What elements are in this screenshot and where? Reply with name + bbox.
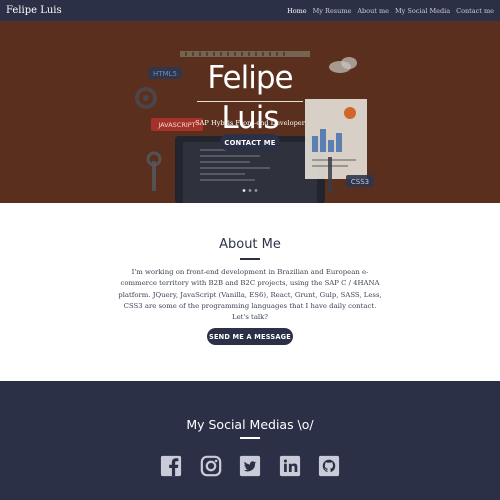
facebook-icon[interactable] (160, 455, 182, 477)
about-title: About Me (219, 237, 281, 252)
nav-item-home[interactable]: Home (287, 7, 307, 15)
linkedin-icon[interactable] (279, 455, 301, 477)
instagram-icon[interactable] (200, 455, 222, 477)
logo-underline (197, 101, 303, 102)
nav-item-my-resume[interactable]: My Resume (313, 7, 352, 15)
social-icons-row (160, 455, 340, 477)
about-section: About Me I'm working on front-end develo… (0, 203, 500, 381)
social-title: My Social Medias \o/ (186, 417, 314, 432)
hero-section: HTML5 JAVASCRIPT CSS3 Felipe Luis SAP Hy… (0, 21, 500, 203)
about-divider (240, 258, 260, 260)
social-section: My Social Medias \o/ (0, 381, 500, 500)
contact-me-button[interactable]: CONTACT ME (220, 134, 280, 151)
social-divider (240, 437, 260, 439)
top-navbar: Felipe Luis Home My Resume About me My S… (0, 0, 500, 21)
nav-menu: Home My Resume About me My Social Media … (287, 7, 494, 15)
twitter-icon[interactable] (239, 455, 261, 477)
hero-subtitle: SAP Hybris Front-end Developer (195, 119, 305, 127)
nav-item-contact-me[interactable]: Contact me (456, 7, 494, 15)
hero-content: Felipe Luis SAP Hybris Front-end Develop… (0, 21, 500, 203)
nav-item-my-social-media[interactable]: My Social Media (395, 7, 450, 15)
github-icon[interactable] (318, 455, 340, 477)
brand-name[interactable]: Felipe Luis (6, 5, 62, 16)
carousel-indicator[interactable] (242, 189, 258, 192)
about-text: I'm working on front-end development in … (118, 268, 382, 322)
nav-item-about-me[interactable]: About me (357, 7, 389, 15)
send-message-button[interactable]: SEND ME A MESSAGE (207, 328, 293, 345)
